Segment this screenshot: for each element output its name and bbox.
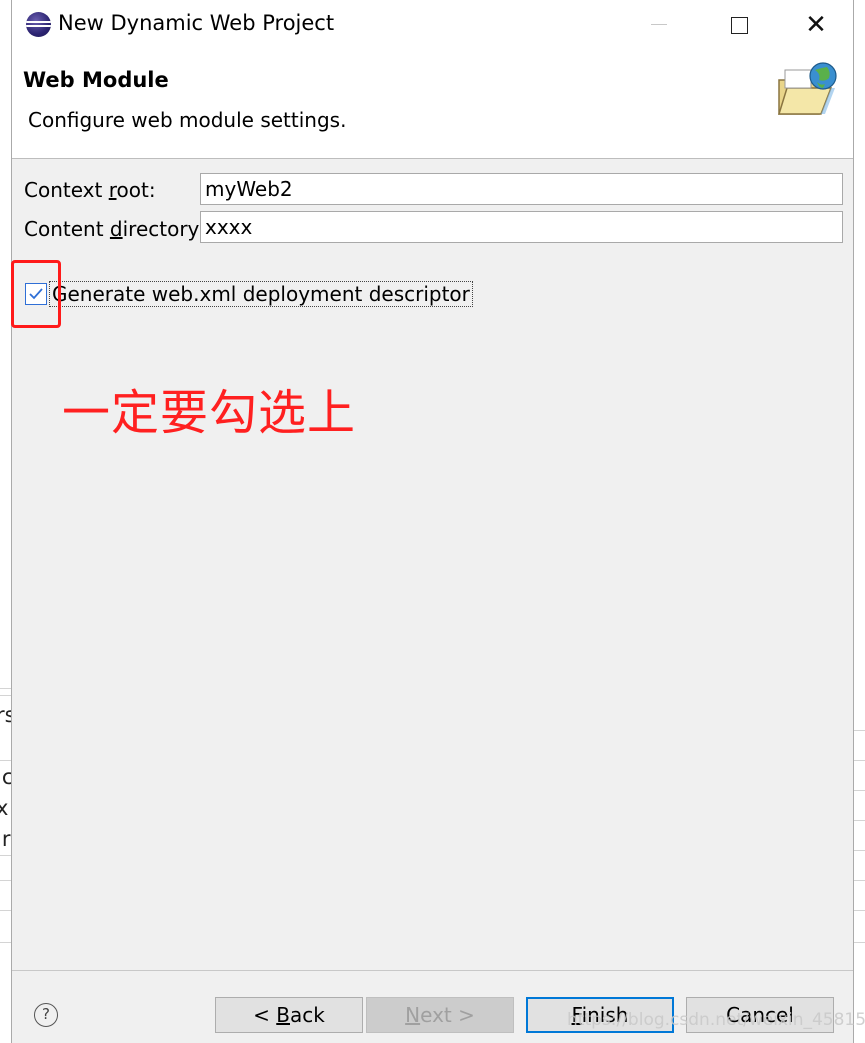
content-directory-label: Content directory:: [24, 217, 205, 241]
help-button[interactable]: ?: [34, 1003, 58, 1027]
maximize-button[interactable]: [722, 8, 756, 42]
page-description: Configure web module settings.: [28, 108, 347, 132]
watermark: https://blog.csdn.net/weixin_4581506: [567, 1010, 865, 1030]
annotation-text: 一定要勾选上: [62, 385, 357, 441]
wizard-header: Web Module Configure web module settings…: [12, 50, 853, 159]
context-root-input[interactable]: [200, 173, 843, 205]
eclipse-icon: [26, 12, 51, 37]
back-button[interactable]: < Back: [215, 997, 363, 1033]
page-title: Web Module: [23, 68, 169, 92]
close-button[interactable]: ✕: [799, 8, 833, 42]
new-dynamic-web-project-dialog: New Dynamic Web Project ✕ Web Module Con…: [11, 0, 865, 1043]
context-root-label: Context root:: [24, 178, 156, 202]
next-button[interactable]: Next >: [366, 997, 514, 1033]
minimize-button[interactable]: [641, 8, 675, 42]
window-title: New Dynamic Web Project: [58, 11, 335, 35]
title-bar[interactable]: New Dynamic Web Project ✕: [12, 0, 853, 50]
generate-webxml-label[interactable]: Generate web.xml deployment descriptor: [49, 281, 473, 307]
footer-separator: [12, 970, 853, 971]
content-directory-input[interactable]: [200, 211, 843, 243]
close-icon: ✕: [805, 10, 827, 40]
background-window-right: [853, 0, 865, 1043]
annotation-highlight-box: [11, 260, 61, 328]
folder-globe-icon: [777, 62, 837, 115]
